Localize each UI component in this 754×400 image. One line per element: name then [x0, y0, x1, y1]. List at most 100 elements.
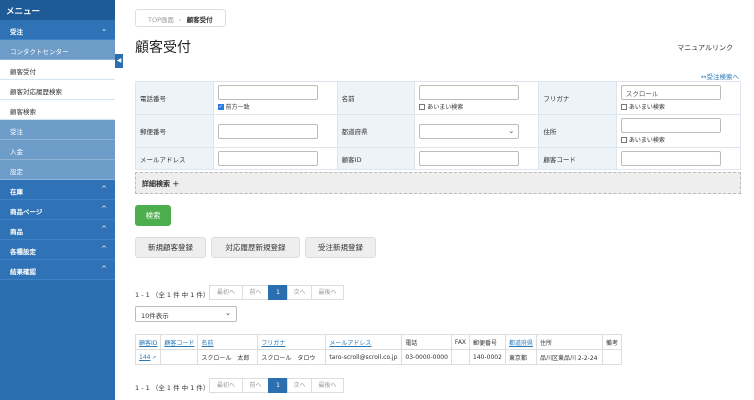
prefecture-label: 都道府県 — [336, 114, 416, 148]
per-page-value: 10件表示 — [141, 312, 169, 320]
phone-label: 電話番号 — [135, 81, 214, 115]
phone-prefix-label: 前方一致 — [225, 104, 250, 111]
customer-id-input[interactable] — [419, 151, 520, 166]
col-customer-code[interactable]: 顧客コード — [160, 334, 199, 350]
cell-address: 品川区東品川 2-2-24 — [535, 349, 603, 365]
pager-next-bottom[interactable]: 次へ — [287, 378, 312, 393]
search-button[interactable]: 検索 — [135, 205, 171, 226]
search-form: 電話番号 ✓ 前方一致 名前 あいまい検索 フリガナ スクロール あいまい検索 郵… — [135, 81, 742, 170]
new-order-button[interactable]: 受注新規登録 — [305, 237, 376, 258]
table-row: 144 ↗ スクロール 太郎 スクロール タロウ taro-scroll@scr… — [134, 349, 622, 365]
sidebar-section-label: 結果確認 — [10, 268, 36, 276]
col-phone: 電話 — [401, 334, 452, 350]
chevron-up-icon: ^ — [101, 245, 107, 253]
pagination: 最初へ 前へ 1 次へ 最後へ — [209, 285, 344, 300]
sidebar-item-order[interactable]: 受注 — [0, 120, 115, 140]
sidebar-collapse-icon[interactable]: ◀ — [115, 54, 123, 68]
cell-customer-id[interactable]: 144 ↗ — [134, 349, 162, 365]
sidebar-item-history-search[interactable]: 顧客対応履歴検索 — [0, 80, 115, 100]
zip-input[interactable] — [217, 123, 318, 139]
cell-zip: 140-0002 — [469, 349, 506, 365]
chevron-up-icon: ^ — [101, 225, 107, 233]
per-page-select[interactable]: 10件表示 ⌄ — [135, 306, 237, 322]
kana-input[interactable]: スクロール — [620, 85, 721, 100]
breadcrumb-current: 顧客受付 — [186, 16, 213, 24]
email-label: メールアドレス — [135, 147, 214, 170]
name-input[interactable] — [419, 85, 520, 100]
breadcrumb-home-link[interactable]: TOP画面 — [148, 16, 174, 24]
customer-id-label: 顧客ID — [336, 147, 416, 170]
sidebar-section-order[interactable]: 受注 ⌄ — [0, 20, 115, 40]
advanced-search-toggle[interactable]: 詳細検索 ＋ — [135, 172, 741, 194]
order-search-link[interactable]: ↔受注検索へ — [701, 71, 739, 81]
pager-prev[interactable]: 前へ — [242, 285, 269, 300]
address-input[interactable] — [620, 118, 721, 133]
chevron-up-icon: ^ — [101, 185, 107, 193]
sidebar-item-customer-reception[interactable]: 顧客受付 — [0, 60, 115, 80]
name-fuzzy-label: あいまい検索 — [427, 104, 464, 111]
kana-fuzzy-label: あいまい検索 — [628, 104, 665, 111]
sidebar-item-payment[interactable]: 入金 — [0, 140, 115, 160]
cell-phone: 03-0000-0000 — [401, 349, 452, 365]
address-label: 住所 — [538, 114, 617, 148]
customer-code-label: 顧客コード — [538, 147, 617, 170]
sidebar-group-contact-center[interactable]: コンタクトセンター — [0, 40, 115, 60]
sidebar: メニュー 受注 ⌄ コンタクトセンター 顧客受付 顧客対応履歴検索 顧客検索 受注… — [0, 0, 115, 400]
prefecture-select[interactable]: ⌄ — [419, 123, 520, 139]
cell-kana: スクロール タロウ — [257, 349, 327, 365]
pager-info-bottom: 1 - 1 （全 1 件 中 1 件） — [135, 384, 210, 392]
col-address: 住所 — [535, 334, 603, 350]
sidebar-section-label: 各種設定 — [10, 248, 36, 256]
sidebar-section-results[interactable]: 結果確認 ^ — [0, 260, 115, 280]
name-label: 名前 — [336, 81, 416, 115]
main-content: TOP画面 › 顧客受付 顧客受付 マニュアルリンク ↔受注検索へ 電話番号 ✓ 前方… — [134, 0, 747, 400]
address-fuzzy-checkbox[interactable] — [620, 136, 627, 143]
sidebar-item-customer-search[interactable]: 顧客検索 — [0, 100, 115, 120]
cell-name: スクロール 太郎 — [197, 349, 259, 365]
pager-page-bottom[interactable]: 1 — [268, 378, 288, 393]
pager-last[interactable]: 最後へ — [311, 285, 344, 300]
sidebar-section-stock[interactable]: 在庫 ^ — [0, 180, 115, 200]
breadcrumb: TOP画面 › 顧客受付 — [135, 9, 226, 27]
email-input[interactable] — [217, 151, 318, 166]
cell-email: taro-scroll@scroll.co.jp — [325, 349, 403, 365]
pager-first-bottom[interactable]: 最初へ — [209, 378, 243, 393]
manual-link[interactable]: マニュアルリンク — [677, 43, 733, 53]
new-customer-button[interactable]: 新規顧客登録 — [135, 237, 206, 258]
breadcrumb-separator: › — [179, 16, 182, 24]
chevron-up-icon: ^ — [101, 205, 107, 213]
col-email[interactable]: メールアドレス — [325, 334, 403, 350]
col-prefecture[interactable]: 都道府県 — [504, 334, 537, 350]
sidebar-title: メニュー — [0, 0, 115, 20]
pager-next[interactable]: 次へ — [287, 285, 312, 300]
name-fuzzy-checkbox[interactable] — [419, 103, 426, 110]
col-kana[interactable]: フリガナ — [257, 334, 327, 350]
sidebar-section-product-page[interactable]: 商品ページ ^ — [0, 200, 115, 220]
pager-first[interactable]: 最初へ — [209, 285, 243, 300]
sidebar-section-label: 商品ページ — [10, 208, 43, 216]
pager-prev-bottom[interactable]: 前へ — [242, 378, 269, 393]
pager-last-bottom[interactable]: 最後へ — [311, 378, 344, 393]
sidebar-section-label: 商品 — [10, 228, 23, 236]
new-history-button[interactable]: 対応履歴新規登録 — [211, 237, 300, 258]
phone-prefix-checkbox[interactable]: ✓ — [217, 103, 224, 110]
col-name[interactable]: 名前 — [197, 334, 259, 350]
chevron-up-icon: ^ — [101, 265, 107, 273]
customer-code-input[interactable] — [620, 151, 721, 166]
col-fax: FAX — [450, 334, 471, 350]
cell-customer-code — [160, 349, 199, 365]
chevron-down-icon: ⌄ — [508, 126, 515, 135]
col-note: 備考 — [601, 334, 622, 350]
sidebar-section-product[interactable]: 商品 ^ — [0, 220, 115, 240]
pager-page[interactable]: 1 — [268, 285, 288, 300]
col-customer-id[interactable]: 顧客ID — [134, 334, 162, 350]
col-zip: 郵便番号 — [469, 334, 506, 350]
kana-label: フリガナ — [538, 81, 617, 115]
kana-fuzzy-checkbox[interactable] — [620, 103, 627, 110]
phone-input[interactable] — [217, 85, 318, 100]
sidebar-section-label: 受注 — [10, 28, 23, 36]
page-title: 顧客受付 — [135, 40, 191, 56]
sidebar-section-config[interactable]: 各種設定 ^ — [0, 240, 115, 260]
zip-label: 郵便番号 — [135, 114, 214, 148]
sidebar-item-settings[interactable]: 設定 — [0, 160, 115, 180]
